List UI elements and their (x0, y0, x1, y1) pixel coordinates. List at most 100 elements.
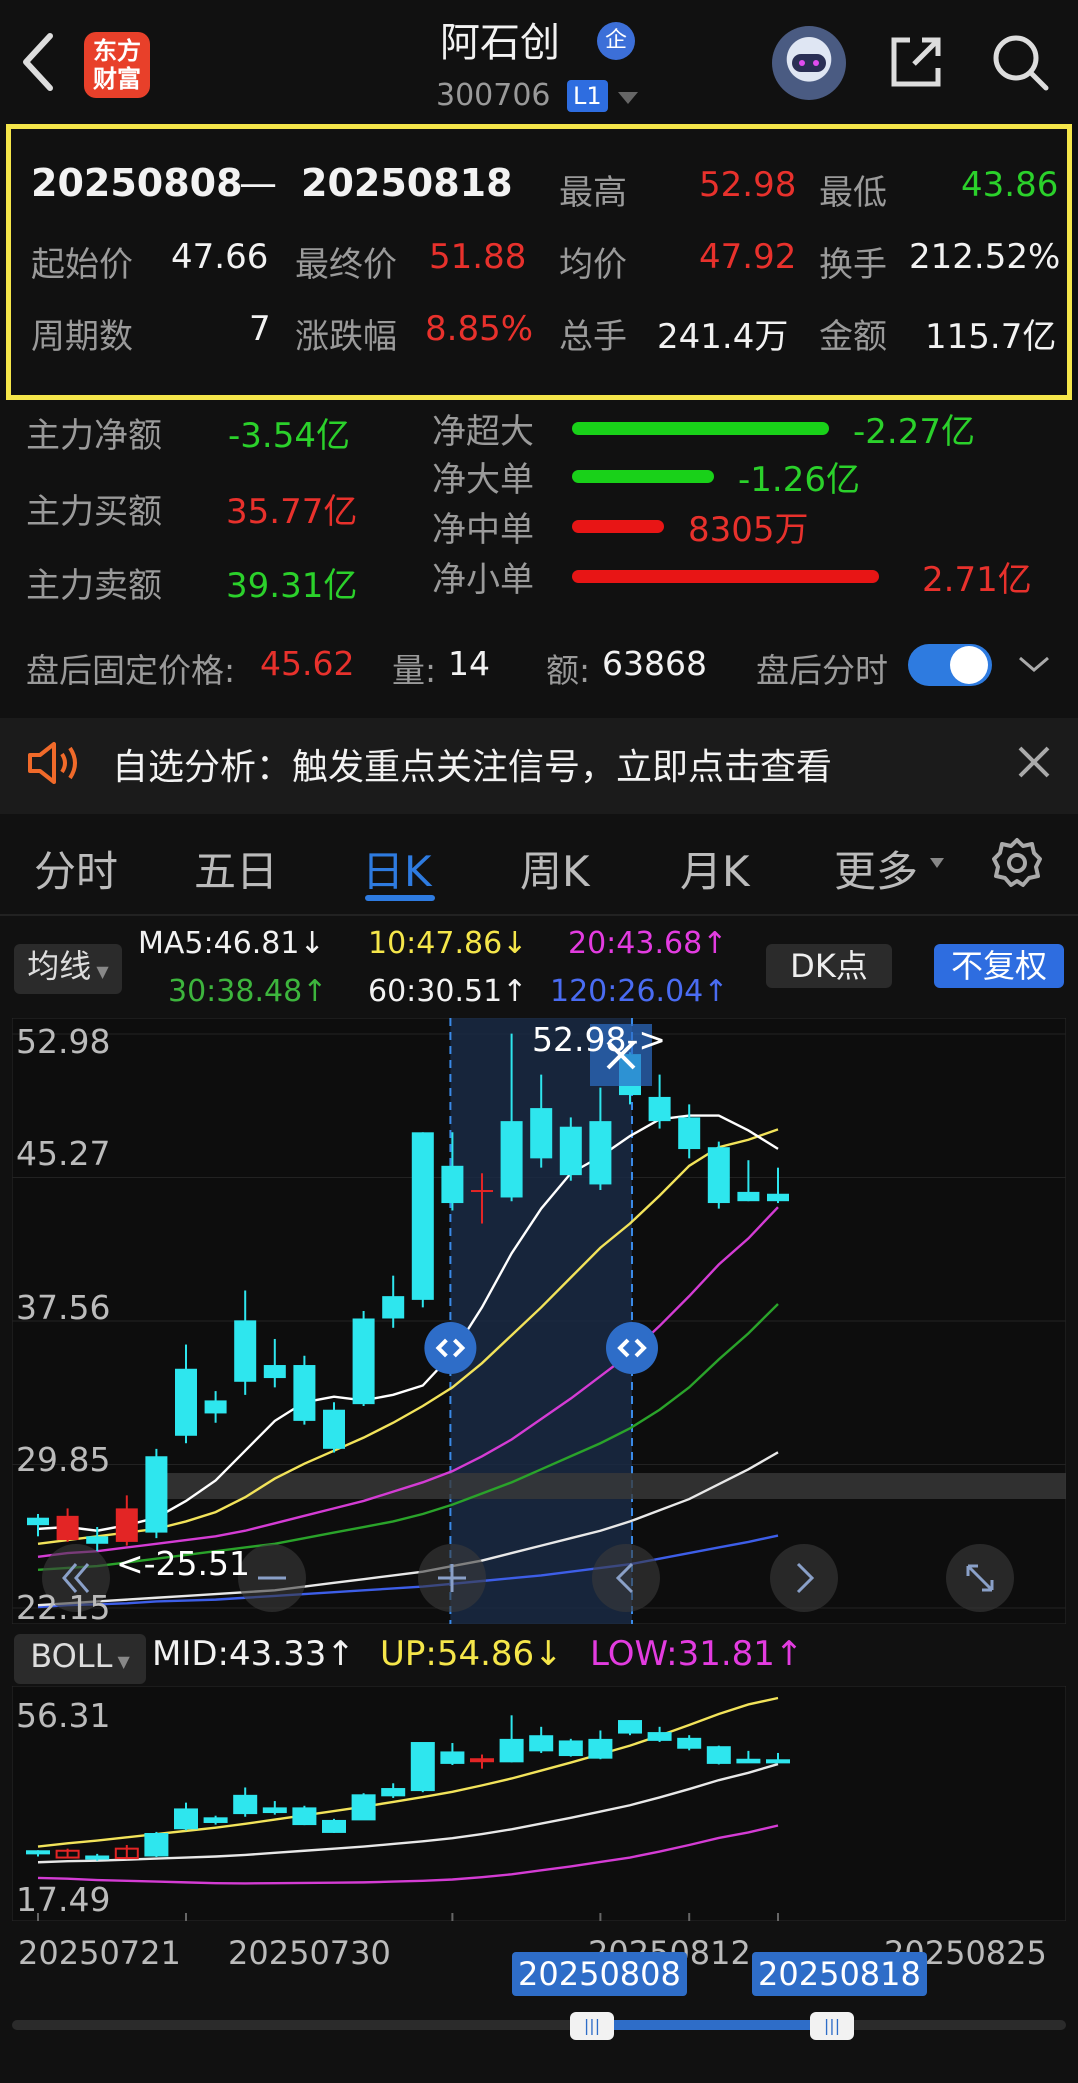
sub-indicator-select[interactable]: BOLL ▼ (14, 1634, 146, 1684)
volume-value: 241.4万 (657, 317, 789, 357)
candle-body (648, 1096, 671, 1122)
drag-handle-icon (424, 1322, 477, 1374)
flow-bar (572, 470, 714, 483)
robot-face-icon (792, 54, 826, 72)
tab-daily-k[interactable]: 日K (362, 838, 432, 899)
back-icon[interactable] (18, 30, 62, 94)
candle-body (707, 1147, 730, 1204)
price-guide-band (152, 1473, 1066, 1500)
tab-five-day[interactable]: 五日 (194, 838, 278, 899)
close-icon[interactable] (1016, 744, 1052, 780)
indicator-type-select[interactable]: 均线 ▼ (14, 944, 122, 994)
logo-line1: 东方 (93, 37, 141, 65)
main-net-value: -3.54亿 (228, 416, 350, 456)
after-hours-price-label: 盘后固定价格: (26, 651, 236, 690)
chevron-right-button (770, 1544, 838, 1612)
tab-monthly-k[interactable]: 月K (680, 838, 750, 899)
selection-end-tag: 20250818 (752, 1952, 927, 1996)
flow-row-label: 净超大 (432, 412, 534, 452)
gear-icon[interactable] (990, 836, 1044, 890)
high-label: 最高 (559, 173, 627, 213)
candle-body (410, 1742, 435, 1792)
adjust-button[interactable]: 不复权 (934, 944, 1064, 988)
boll-y-tick-label: 17.49 (16, 1880, 111, 1919)
candle-body (530, 1108, 553, 1159)
robot-avatar[interactable] (772, 26, 846, 100)
candle-body (677, 1737, 702, 1749)
candle-body (262, 1807, 287, 1814)
candle-body (322, 1819, 346, 1833)
period-summary-box: 20250808 — 20250818 最高 52.98 最低 43.86 起始… (6, 124, 1072, 400)
dk-point-button[interactable]: DK点 (766, 944, 892, 988)
candle-body (323, 1409, 345, 1449)
flow-bar (572, 422, 829, 435)
flow-row-label: 净小单 (432, 560, 534, 600)
flow-row-value: -2.27亿 (853, 412, 975, 452)
ma60-label: 60:30.51↑ (368, 974, 528, 1009)
share-icon[interactable] (884, 30, 948, 94)
tab-intraday[interactable]: 分时 (34, 838, 118, 899)
candle-body (292, 1807, 317, 1826)
boll-y-tick-label: 56.31 (16, 1696, 111, 1735)
range-track[interactable] (12, 2020, 1066, 2030)
after-hours-amount-value: 63868 (602, 644, 707, 683)
candle-body (382, 1296, 405, 1319)
eastmoney-logo: 东方 财富 (84, 32, 150, 98)
candle-body (203, 1817, 228, 1823)
volume-label: 总手 (559, 317, 627, 357)
range-end-handle[interactable]: ||| (810, 2012, 854, 2040)
y-tick-label: 22.15 (16, 1588, 111, 1627)
search-icon[interactable] (988, 30, 1052, 94)
candle-body (234, 1320, 257, 1382)
tab-weekly-k[interactable]: 周K (520, 838, 590, 899)
x-tick-label: 20250721 (18, 1934, 181, 1972)
boll-mid-label: MID:43.33↑ (152, 1634, 355, 1674)
avg-label: 均价 (559, 245, 627, 285)
indicator-type-label: 均线 (27, 947, 92, 985)
flow-bar (572, 570, 879, 583)
candle-body (471, 1190, 493, 1193)
flow-bar (572, 520, 664, 533)
open-label: 起始价 (31, 245, 133, 285)
range-start-handle[interactable]: ||| (570, 2012, 614, 2040)
range-selection[interactable] (592, 2020, 832, 2030)
main-sell-label: 主力卖额 (26, 566, 162, 606)
boll-up-label: UP:54.86↓ (380, 1634, 563, 1674)
tab-more[interactable]: 更多 (834, 838, 918, 899)
high-value: 52.98 (699, 165, 797, 205)
y-tick-label: 52.98 (16, 1022, 111, 1061)
candle-body (647, 1732, 672, 1741)
level-badge[interactable]: L1 (567, 80, 608, 112)
flow-row-label: 净大单 (432, 460, 534, 500)
candle-body (174, 1808, 198, 1830)
candle-body (233, 1794, 258, 1815)
chevron-down-icon[interactable] (928, 856, 946, 870)
bollinger-chart[interactable] (12, 1686, 1066, 1921)
candle-body (115, 1508, 138, 1542)
y-tick-label: 45.27 (16, 1134, 111, 1173)
flow-row-value: 2.71亿 (922, 560, 1032, 600)
candle-body (411, 1132, 434, 1300)
turnover-value: 212.52% (909, 237, 1061, 277)
after-hours-qty-value: 14 (448, 644, 490, 683)
turnover-label: 换手 (819, 245, 887, 285)
low-label: 最低 (819, 173, 887, 213)
amount-value: 115.7亿 (925, 317, 1057, 357)
candle-body (706, 1746, 731, 1764)
chevron-down-icon[interactable] (1016, 652, 1052, 676)
toggle-knob[interactable] (950, 646, 988, 684)
y-tick-label: 37.56 (16, 1288, 111, 1327)
y-tick-label: 29.85 (16, 1440, 111, 1479)
selection-start-tag: 20250808 (512, 1952, 687, 1996)
chart-background (12, 1686, 1066, 1921)
notice-text[interactable]: 自选分析：触发重点关注信号，立即点击查看 (112, 738, 832, 790)
ma20-label: 20:43.68↑ (568, 926, 728, 961)
chevron-down-icon[interactable] (618, 92, 638, 104)
candle-body (589, 1121, 612, 1185)
candle-body (736, 1758, 761, 1764)
x-tick-label: 20250730 (228, 1934, 391, 1972)
main-net-label: 主力净额 (26, 416, 162, 456)
candle-body (588, 1738, 613, 1759)
candlestick-chart[interactable] (12, 1018, 1066, 1624)
open-value: 47.66 (171, 237, 269, 277)
